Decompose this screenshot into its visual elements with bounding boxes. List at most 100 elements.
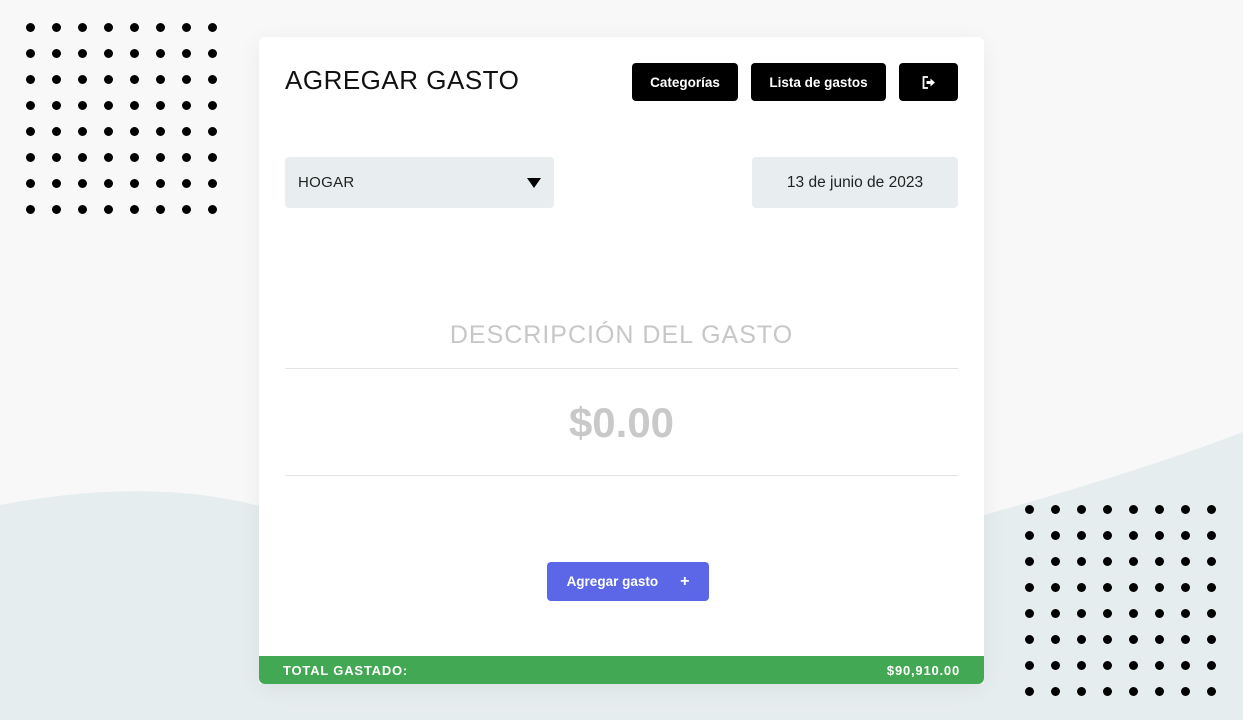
dot	[104, 153, 113, 162]
dot	[1103, 609, 1112, 618]
dot	[130, 23, 139, 32]
dot	[1181, 687, 1190, 696]
dot	[1077, 531, 1086, 540]
dot	[52, 153, 61, 162]
dot	[1025, 635, 1034, 644]
categories-button[interactable]: Categorías	[632, 63, 738, 101]
dot	[1077, 661, 1086, 670]
dot	[208, 205, 217, 214]
dot	[156, 127, 165, 136]
dot	[26, 75, 35, 84]
dot	[26, 101, 35, 110]
dot	[156, 205, 165, 214]
dot	[1129, 635, 1138, 644]
dot	[78, 179, 87, 188]
dot	[130, 75, 139, 84]
dot	[156, 49, 165, 58]
dot	[104, 101, 113, 110]
dot	[182, 153, 191, 162]
dot	[1207, 687, 1216, 696]
plus-icon: +	[680, 572, 690, 590]
dot	[1129, 557, 1138, 566]
add-expense-label: Agregar gasto	[566, 574, 659, 589]
description-input[interactable]	[285, 302, 958, 369]
dot	[1155, 583, 1164, 592]
dot	[1181, 557, 1190, 566]
dot	[104, 75, 113, 84]
dot	[1051, 661, 1060, 670]
dot	[208, 179, 217, 188]
total-spent-bar: TOTAL GASTADO: $90,910.00	[259, 656, 984, 684]
dot	[1103, 661, 1112, 670]
dot	[52, 179, 61, 188]
dot	[1181, 609, 1190, 618]
dot	[1103, 531, 1112, 540]
dot	[156, 153, 165, 162]
dot	[26, 127, 35, 136]
dot	[1025, 557, 1034, 566]
dot	[130, 101, 139, 110]
dot	[130, 179, 139, 188]
logout-button[interactable]	[899, 63, 958, 101]
dot	[208, 23, 217, 32]
dot	[1103, 687, 1112, 696]
dot	[1207, 583, 1216, 592]
dot	[1155, 635, 1164, 644]
dot	[1207, 505, 1216, 514]
total-spent-value: $90,910.00	[886, 662, 960, 678]
dot	[26, 179, 35, 188]
dot	[26, 49, 35, 58]
dot	[26, 153, 35, 162]
dot	[156, 23, 165, 32]
dot	[78, 127, 87, 136]
category-select[interactable]: HOGAR	[285, 157, 554, 208]
dot	[1129, 687, 1138, 696]
dot	[1025, 531, 1034, 540]
add-expense-button[interactable]: Agregar gasto +	[547, 562, 709, 601]
dot	[1181, 635, 1190, 644]
dot	[1077, 687, 1086, 696]
dot	[1155, 557, 1164, 566]
dot	[1077, 505, 1086, 514]
dot	[208, 101, 217, 110]
dot	[182, 179, 191, 188]
dot	[104, 179, 113, 188]
dot	[1025, 687, 1034, 696]
dot	[1025, 583, 1034, 592]
dot	[104, 23, 113, 32]
dot	[1155, 661, 1164, 670]
amount-input[interactable]	[285, 370, 958, 476]
date-picker[interactable]: 13 de junio de 2023	[752, 157, 958, 208]
dot	[1129, 661, 1138, 670]
dot	[1077, 609, 1086, 618]
expense-list-button[interactable]: Lista de gastos	[751, 63, 886, 101]
dot	[156, 75, 165, 84]
dot	[1025, 661, 1034, 670]
dot	[182, 101, 191, 110]
dot	[1051, 635, 1060, 644]
dot	[1051, 505, 1060, 514]
dot	[1129, 531, 1138, 540]
dot	[78, 75, 87, 84]
dot	[208, 75, 217, 84]
dot	[78, 205, 87, 214]
dot	[1155, 531, 1164, 540]
dot	[1051, 557, 1060, 566]
dot	[52, 205, 61, 214]
dot	[52, 23, 61, 32]
sign-out-icon	[922, 75, 935, 89]
dot	[1207, 557, 1216, 566]
dot	[130, 205, 139, 214]
category-select-value: HOGAR	[298, 174, 355, 191]
dot	[156, 101, 165, 110]
dot	[52, 49, 61, 58]
dot	[1051, 609, 1060, 618]
expense-form-card: AGREGAR GASTO Categorías Lista de gastos…	[259, 37, 984, 684]
dot	[1181, 583, 1190, 592]
dot	[78, 101, 87, 110]
dot	[1207, 531, 1216, 540]
dot	[26, 205, 35, 214]
total-spent-label: TOTAL GASTADO:	[283, 662, 409, 678]
dot	[1025, 505, 1034, 514]
dot	[104, 205, 113, 214]
